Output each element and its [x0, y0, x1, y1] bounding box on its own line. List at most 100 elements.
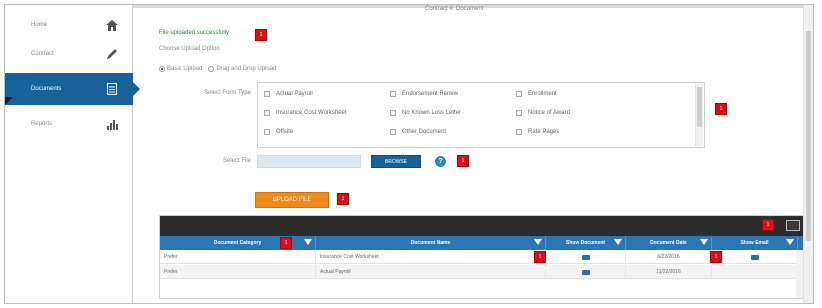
cell-show-document	[546, 265, 626, 279]
checkbox[interactable]	[390, 91, 396, 97]
checkbox[interactable]	[264, 91, 270, 97]
upload-option-group: Basic Upload Drag and Drop Upload	[159, 66, 276, 72]
checkbox-other-document[interactable]: Other Document	[390, 127, 516, 137]
checkbox-enrollment[interactable]: Enrollment	[516, 89, 642, 99]
filter-icon[interactable]	[304, 239, 312, 245]
checkbox-no-known-loss-letter[interactable]: No Known Loss Letter	[390, 108, 516, 118]
pencil-icon	[105, 47, 119, 61]
column-header-show-email[interactable]: Show Email	[712, 236, 798, 250]
radio-button[interactable]	[208, 66, 215, 72]
radio-button-selected[interactable]	[159, 66, 165, 72]
documents-grid: 1 Document Category Document Name Show D…	[159, 215, 805, 299]
checkbox-offsite[interactable]: Offsite	[264, 127, 390, 137]
sidebar-item-label: Contract	[31, 51, 54, 57]
sidebar-item-label: Documents	[31, 86, 62, 92]
checkbox-label: Rate Pages	[528, 129, 560, 135]
column-header-show-document[interactable]: Show Document	[546, 236, 626, 250]
checkbox[interactable]	[390, 110, 396, 116]
scroll-thumb[interactable]	[697, 87, 702, 127]
checkbox[interactable]	[264, 110, 270, 116]
checkbox[interactable]	[516, 91, 522, 97]
table-row[interactable]: Prefer Actual Payroll 11/22/2016	[160, 265, 804, 279]
application-window: Home Contract Documents Reports Contract…	[4, 4, 814, 304]
checkbox-actual-payroll[interactable]: Actual Payroll	[264, 89, 390, 99]
column-header-document-name[interactable]: Document Name	[316, 236, 546, 250]
checkbox-label: Offsite	[276, 129, 294, 135]
column-header-label: Show Document	[565, 240, 606, 246]
checkbox-notice-of-award[interactable]: Notice of Award	[516, 108, 642, 118]
radio-drag-drop-upload[interactable]: Drag and Drop Upload	[208, 66, 276, 72]
form-type-scrollbar[interactable]	[695, 84, 703, 146]
checkbox[interactable]	[516, 129, 522, 135]
checkbox-label: Insurance Cost Worksheet	[276, 110, 347, 116]
checkbox-endorsement-renew[interactable]: Endorsement Renew	[390, 89, 516, 99]
checkbox-label: No Known Loss Letter	[402, 110, 462, 116]
annotation-marker: 1	[457, 155, 469, 167]
annotation-marker: 1	[255, 29, 267, 41]
annotation-marker: 1	[337, 193, 349, 205]
upload-option-label: Choose Upload Option	[159, 46, 220, 52]
cell-show-document: 1	[534, 250, 626, 264]
checkbox-label: Actual Payroll	[276, 91, 313, 97]
filter-icon[interactable]	[614, 239, 622, 245]
form-type-label: Select Form Type	[204, 90, 251, 96]
view-document-icon[interactable]	[581, 269, 590, 275]
main-content: Contract #: Document File uploaded succe…	[133, 5, 813, 303]
filter-icon[interactable]	[786, 239, 794, 245]
contract-header: Contract #: Document	[425, 6, 484, 12]
sidebar-item-reports[interactable]: Reports	[5, 108, 133, 140]
checkbox[interactable]	[390, 129, 396, 135]
column-header-document-date[interactable]: Document Date	[626, 236, 712, 250]
table-row[interactable]: Prefer Insurance Cost Worksheet 1 6/22/2…	[160, 250, 804, 264]
filter-icon[interactable]	[534, 239, 542, 245]
checkbox-rate-pages[interactable]: Rate Pages	[516, 127, 642, 137]
column-header-document-category[interactable]: Document Category	[160, 236, 316, 250]
export-icon[interactable]	[786, 220, 800, 231]
grid-header: Document Category Document Name Show Doc…	[160, 236, 804, 250]
annotation-marker: 1	[280, 237, 292, 249]
upload-success-message: File uploaded successfully	[159, 30, 230, 36]
file-path-input[interactable]	[257, 155, 361, 168]
radio-label: Drag and Drop Upload	[216, 66, 277, 72]
checkbox-label: Notice of Award	[528, 110, 570, 116]
active-indicator-corner	[5, 97, 13, 105]
filter-icon[interactable]	[700, 239, 708, 245]
checkbox-label: Other Document	[402, 129, 447, 135]
annotation-marker: 1	[715, 103, 727, 115]
column-header-label: Document Name	[410, 240, 451, 246]
checkbox[interactable]	[264, 129, 270, 135]
checkbox[interactable]	[516, 110, 522, 116]
page-scroll-thumb[interactable]	[806, 31, 811, 241]
sidebar-item-contract[interactable]: Contract	[5, 38, 133, 70]
help-icon[interactable]: ?	[435, 156, 446, 167]
column-header-label: Document Date	[650, 240, 687, 246]
sidebar-item-home[interactable]: Home	[5, 9, 133, 41]
cell-document-category: Prefer	[160, 265, 316, 279]
cell-document-name: Insurance Cost Worksheet	[316, 250, 546, 264]
browse-button[interactable]: BROWSE	[371, 155, 421, 168]
checkbox-label: Endorsement Renew	[402, 91, 459, 97]
cell-show-email: 1	[710, 250, 798, 264]
cell-document-name: Actual Payroll	[316, 265, 546, 279]
form-type-list: Actual Payroll Endorsement Renew Enrollm…	[257, 82, 705, 148]
select-file-label: Select File	[222, 158, 251, 164]
view-document-icon[interactable]	[581, 254, 590, 260]
checkbox-label: Enrollment	[528, 91, 557, 97]
radio-label: Basic Upload	[167, 66, 203, 72]
cell-document-category: Prefer	[160, 250, 316, 264]
sidebar-item-documents[interactable]: Documents	[5, 73, 140, 105]
home-icon	[105, 18, 119, 32]
checkbox-insurance-cost-worksheet[interactable]: Insurance Cost Worksheet	[264, 108, 390, 118]
grid-toolbar: 1	[160, 216, 804, 236]
annotation-marker: 1	[534, 251, 546, 263]
annotation-marker: 1	[710, 251, 722, 263]
cell-document-date: 11/22/2016	[626, 265, 712, 279]
email-icon[interactable]	[750, 254, 759, 260]
sidebar-item-label: Home	[31, 22, 48, 28]
page-scrollbar[interactable]	[803, 5, 813, 303]
bar-chart-icon	[105, 117, 119, 131]
column-header-label: Document Category	[213, 240, 262, 246]
column-header-label: Show Email	[740, 240, 769, 246]
radio-basic-upload[interactable]: Basic Upload	[159, 66, 202, 72]
upload-file-button[interactable]: UPLOAD FILE	[255, 192, 329, 208]
